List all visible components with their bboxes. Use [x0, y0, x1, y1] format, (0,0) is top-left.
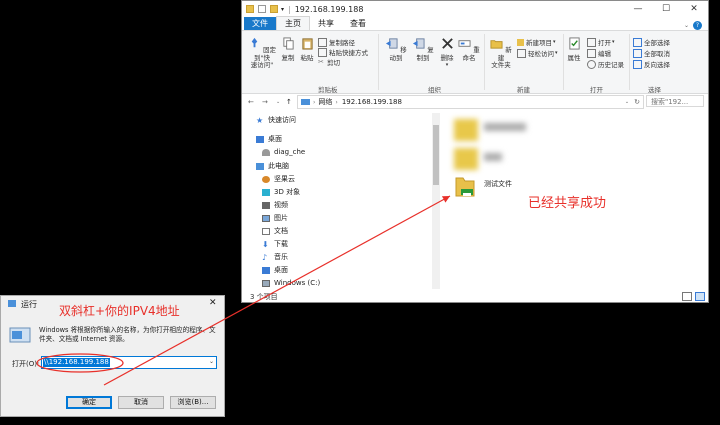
- annotation-arrow: [103, 195, 451, 386]
